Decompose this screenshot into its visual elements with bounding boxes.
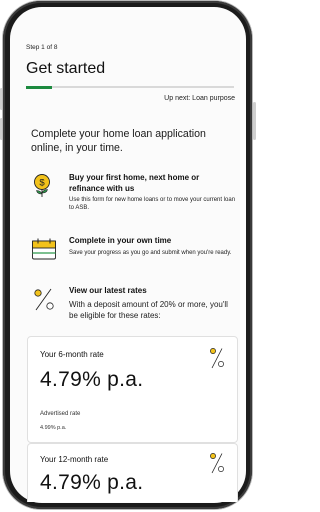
- feature-description: With a deposit amount of 20% or more, yo…: [69, 299, 228, 320]
- progress-bar: [26, 85, 234, 89]
- feature-item: View our latest rates With a deposit amo…: [31, 286, 237, 328]
- rate-card: Your 6-month rate 4.79% p.a. Advertised …: [27, 336, 238, 443]
- percent-icon: [210, 348, 224, 369]
- advertised-rate-label: Advertised rate: [40, 411, 81, 417]
- next-step-label: Up next: Loan purpose: [164, 95, 235, 102]
- percent-icon: [34, 288, 54, 311]
- feature-item: Complete in your own time Save your prog…: [31, 236, 237, 266]
- rate-value: 4.79% p.a.: [40, 368, 144, 391]
- percent-icon: [210, 453, 224, 474]
- phone-side-button: [253, 102, 256, 140]
- advertised-rate-value: 4.99% p.a.: [40, 425, 67, 431]
- rate-value: 4.79% p.a.: [40, 471, 144, 494]
- progress-bar-fill: [26, 85, 52, 89]
- rate-label: Your 12-month rate: [40, 455, 109, 464]
- feature-title: Buy your first home, next home or refina…: [69, 173, 200, 193]
- feature-title: View our latest rates: [69, 286, 147, 295]
- feature-description: Use this form for new home loans or to m…: [69, 197, 236, 211]
- page-title: Get started: [26, 60, 106, 77]
- feature-title: Complete in your own time: [69, 236, 172, 245]
- feature-description: Save your progress as you go and submit …: [69, 249, 232, 256]
- feature-item: $ Buy your first home, next home or refi…: [31, 173, 237, 217]
- step-indicator: Step 1 of 8: [26, 44, 58, 51]
- rate-card: Your 12-month rate 4.79% p.a.: [27, 443, 238, 502]
- svg-text:$: $: [39, 177, 45, 188]
- rate-label: Your 6-month rate: [40, 350, 104, 359]
- calendar-icon: [32, 238, 56, 260]
- dollar-plant-icon: $: [34, 174, 50, 197]
- intro-text: Complete your home loan application onli…: [31, 128, 206, 154]
